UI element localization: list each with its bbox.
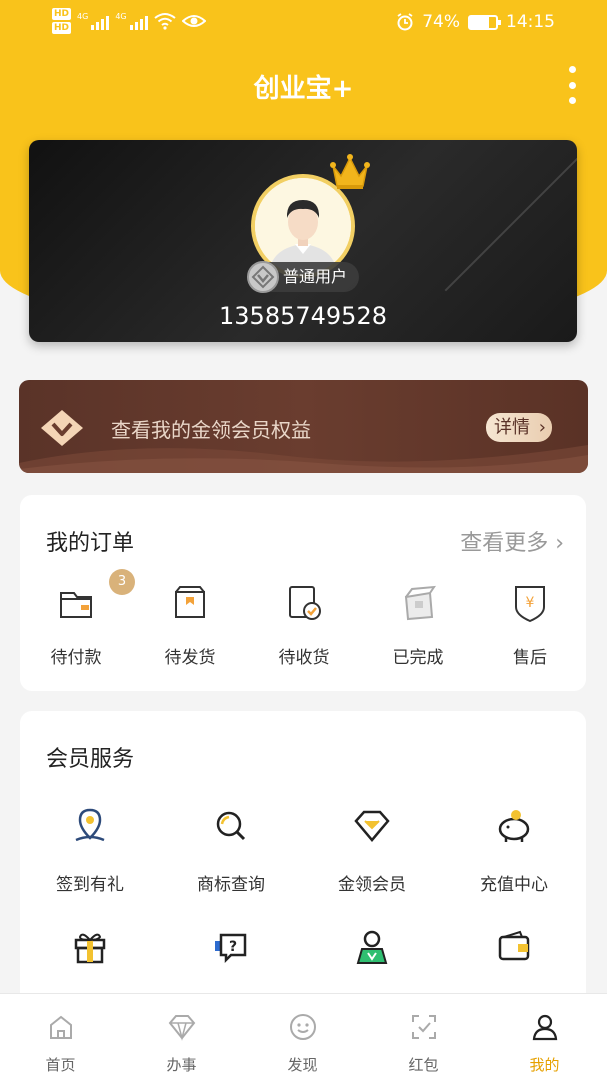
svg-text:?: ? — [229, 939, 237, 955]
member-benefits-banner[interactable]: 查看我的金领会员权益 详情 › — [19, 380, 588, 473]
wallet-icon — [498, 930, 530, 961]
nav-label: 我的 — [529, 1056, 560, 1074]
service-label: 金领会员 — [338, 875, 406, 895]
order-label: 已完成 — [392, 648, 444, 668]
gift-icon — [74, 933, 106, 964]
nav-label: 首页 — [45, 1056, 76, 1074]
order-pending-receipt[interactable]: 待收货 — [254, 583, 354, 668]
service-label: 充值中心 — [480, 875, 548, 895]
eye-icon — [181, 15, 206, 27]
pending-payment-count-badge: 3 — [109, 569, 135, 595]
profile-card: 普通用户 13585749528 — [29, 140, 577, 342]
crown-icon — [330, 154, 370, 189]
dot-icon — [568, 66, 576, 73]
order-label: 售后 — [513, 648, 547, 668]
user-level-tag: 普通用户 — [247, 261, 360, 293]
nav-red-packet[interactable]: 红包 — [363, 994, 484, 1080]
service-gift[interactable] — [20, 927, 160, 991]
order-label: 待发货 — [164, 648, 216, 668]
order-completed[interactable]: 已完成 — [368, 583, 468, 668]
wifi-icon — [153, 13, 176, 30]
receive-icon — [289, 586, 321, 620]
more-menu-button[interactable] — [565, 66, 579, 104]
orders-title: 我的订单 — [46, 531, 135, 556]
services-title: 会员服务 — [46, 747, 135, 772]
diamond-icon — [354, 810, 390, 842]
service-recharge-center[interactable]: 充值中心 — [444, 806, 584, 895]
see-more-orders-link[interactable]: 查看更多 › — [460, 525, 564, 557]
dot-icon — [568, 97, 576, 104]
scan-icon — [411, 1015, 436, 1039]
service-wallet[interactable] — [444, 927, 584, 991]
details-label: 详情 — [494, 417, 530, 438]
default-avatar-icon — [255, 178, 351, 274]
box-icon — [404, 585, 436, 621]
member-services-card: 会员服务 签到有礼 商标查询 金领会员 充值中心 ? — [20, 711, 586, 1011]
hd-indicator: HD HD — [52, 8, 72, 34]
user-card-icon — [356, 930, 388, 964]
service-trademark-search[interactable]: 商标查询 — [161, 806, 301, 895]
help-chat-icon: ? — [215, 933, 247, 964]
service-help[interactable]: ? — [161, 927, 301, 991]
nav-label: 红包 — [408, 1056, 439, 1074]
shield-icon: ¥ — [515, 586, 545, 623]
vip-diamond-icon — [41, 410, 83, 446]
signal-icon: 4G — [115, 12, 148, 30]
dot-icon — [568, 81, 576, 89]
person-icon — [532, 1014, 557, 1041]
level-badge-icon — [247, 261, 279, 293]
diamond-icon — [168, 1015, 195, 1041]
piggy-bank-icon — [498, 810, 530, 842]
alarm-icon — [397, 13, 413, 31]
member-benefits-text: 查看我的金领会员权益 — [111, 418, 311, 442]
chevron-right-icon: › — [538, 417, 546, 438]
location-pin-icon — [75, 808, 105, 842]
nav-discover[interactable]: 发现 — [242, 994, 363, 1080]
service-gold-member[interactable]: 金领会员 — [302, 806, 442, 895]
service-user-card[interactable] — [302, 927, 442, 991]
nav-home[interactable]: 首页 — [0, 994, 121, 1080]
status-bar: HD HD 4G 4G 74% 14:15 — [0, 0, 607, 46]
service-label: 签到有礼 — [56, 875, 124, 895]
battery-icon — [468, 14, 501, 30]
nav-label: 办事 — [166, 1056, 197, 1074]
service-label: 商标查询 — [197, 875, 265, 895]
app-title: 创业宝+ — [253, 74, 354, 104]
details-button[interactable]: 详情 › — [486, 413, 552, 442]
smile-icon — [289, 1014, 316, 1040]
service-checkin[interactable]: 签到有礼 — [20, 806, 160, 895]
order-label: 待收货 — [278, 648, 330, 668]
battery-percent: 74% — [422, 12, 460, 32]
svg-text:¥: ¥ — [526, 595, 535, 611]
order-pending-payment[interactable]: 待付款 — [26, 583, 126, 668]
nav-mine[interactable]: 我的 — [484, 994, 605, 1080]
orders-card: 我的订单 查看更多 › 待付款 3 待发货 待收货 已完成 ¥ 售后 — [20, 495, 586, 691]
signal-icon: 4G — [77, 12, 110, 30]
bottom-navigation: 首页 办事 发现 红包 我的 — [0, 993, 607, 1080]
nav-services[interactable]: 办事 — [121, 994, 242, 1080]
home-icon — [49, 1015, 72, 1039]
wallet-icon — [60, 592, 92, 618]
user-phone: 13585749528 — [219, 302, 387, 330]
clock: 14:15 — [506, 12, 555, 32]
card-decoration — [444, 148, 577, 292]
nav-label: 发现 — [287, 1056, 318, 1074]
order-after-sales[interactable]: ¥ 售后 — [480, 583, 580, 668]
order-label: 待付款 — [50, 648, 102, 668]
search-icon — [216, 811, 246, 841]
package-icon — [175, 586, 205, 618]
order-pending-shipment[interactable]: 待发货 — [140, 583, 240, 668]
